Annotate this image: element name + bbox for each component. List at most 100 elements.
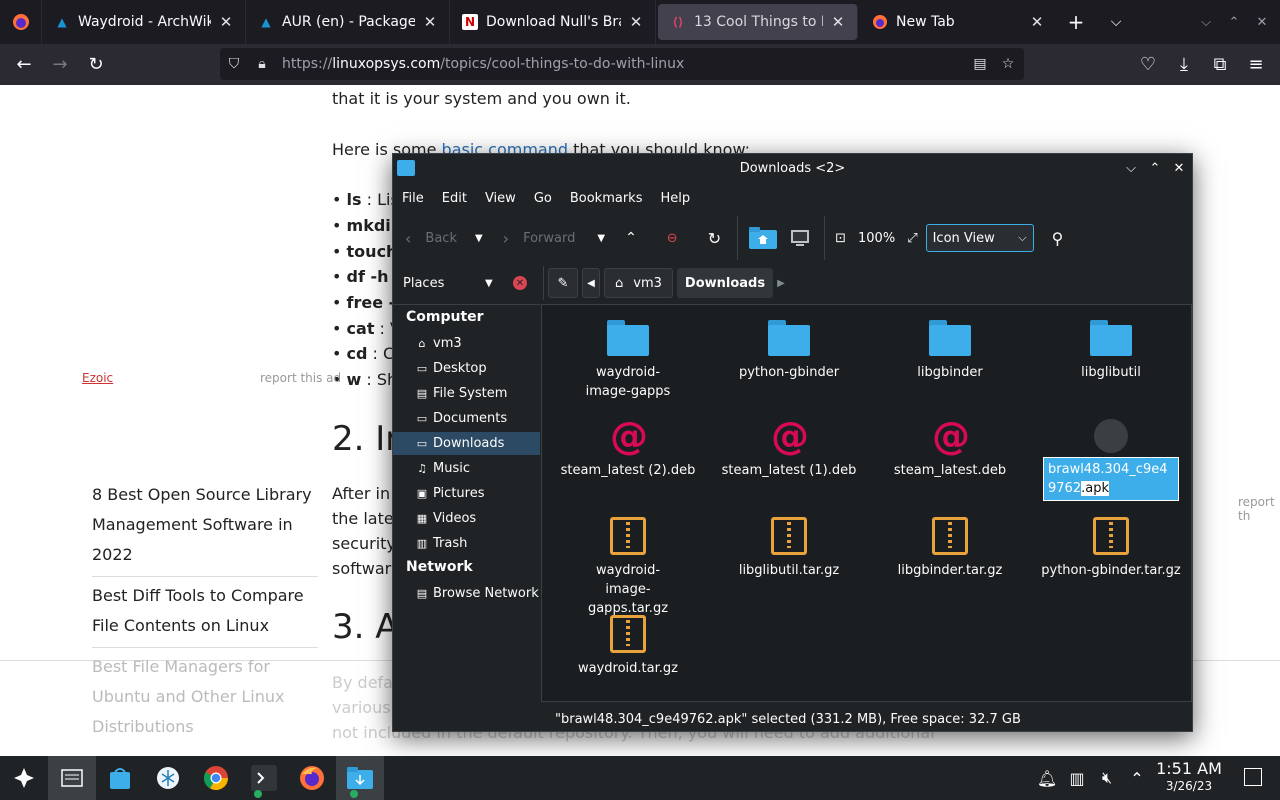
file-item-archive[interactable]: libglibutil.tar.gz [709,515,869,580]
bookmark-star-icon[interactable]: ☆ [994,56,1022,72]
file-item-folder[interactable]: libglibutil [1031,317,1191,382]
close-panel-icon[interactable]: ✕ [513,276,527,290]
reload-icon[interactable]: ↻ [78,49,114,81]
zoom-out-button[interactable]: ⊡ [835,223,846,253]
sidebar-item-trash[interactable]: ▥ Trash [393,532,540,555]
sidebar-item-browse-network[interactable]: ▤ Browse Network [393,582,540,605]
firefox-view-icon[interactable] [0,0,42,44]
terminal-icon[interactable] [240,756,288,800]
tab-waydroid-archwiki[interactable]: ▲ Waydroid - ArchWiki ✕ [42,0,246,44]
file-item-folder[interactable]: waydroid-image-gapps [548,317,708,401]
sidebar-item-videos[interactable]: ▦ Videos [393,507,540,530]
file-view[interactable]: waydroid-image-gapps python-gbinder libg… [541,304,1192,702]
view-mode-select[interactable]: Icon View ⌵ [925,224,1034,252]
search-button[interactable]: ⚲ [1052,223,1064,253]
related-article-link[interactable]: Best Diff Tools to Compare File Contents… [92,581,318,648]
breadcrumb-scroll-left[interactable]: ◀ [582,268,600,298]
rename-field[interactable]: brawl48.304_c9e49762.apk [1043,457,1179,501]
hamburger-menu-icon[interactable]: ≡ [1238,49,1274,81]
related-article-link[interactable]: 8 Best Open Source Library Management So… [92,480,318,577]
url-text[interactable]: https://linuxopsys.com/topics/cool-thing… [282,56,684,72]
clipboard-icon[interactable]: ▥ [1066,769,1088,788]
minimize-icon[interactable]: ⌵ [1192,0,1220,44]
back-history-dropdown[interactable]: ▼ [475,223,483,253]
reader-view-icon[interactable]: ▤ [966,56,994,72]
stop-button[interactable]: ⊖ [667,223,678,253]
forward-button[interactable]: › Forward [503,223,576,253]
file-item-deb[interactable]: @ steam_latest (1).deb [709,415,869,480]
back-button[interactable]: ‹ Back [405,223,457,253]
breadcrumb-downloads[interactable]: Downloads [676,268,774,298]
file-item-archive[interactable]: libgbinder.tar.gz [870,515,1030,580]
close-icon[interactable]: ✕ [217,13,235,31]
back-arrow-icon[interactable]: ← [6,49,42,81]
tray-expand-icon[interactable]: ⌃ [1126,769,1148,788]
sidebar-item-pictures[interactable]: ▣ Pictures [393,482,540,505]
menu-edit[interactable]: Edit [433,191,476,206]
places-dropdown-icon[interactable]: ▼ [485,278,493,289]
tab-new-tab[interactable]: New Tab ✕ [860,0,1056,44]
chrome-icon[interactable] [192,756,240,800]
plasma-app-icon[interactable] [144,756,192,800]
sidebar-item-desktop[interactable]: ▭ Desktop [393,357,540,380]
notifications-bell-icon[interactable]: 🔔︎ [1036,769,1058,788]
tab-aur-packages[interactable]: ▲ AUR (en) - Packages ✕ [246,0,450,44]
up-button[interactable]: ⌃ [625,223,637,253]
file-item-folder[interactable]: libgbinder [870,317,1030,382]
reload-button[interactable]: ↻ [708,223,721,253]
sidebar-item-documents[interactable]: ▭ Documents [393,407,540,430]
tab-cool-things-linux[interactable]: ⟨⟩ 13 Cool Things to Do wi ✕ [658,4,858,40]
digital-clock[interactable]: 1:51 AM 3/26/23 [1156,760,1222,794]
related-article-link[interactable]: Best File Managers for Ubuntu and Other … [92,652,318,748]
zoom-level[interactable]: 100% [858,223,895,253]
minimize-icon[interactable]: ⌵ [1121,158,1141,178]
close-icon[interactable]: ✕ [1169,158,1189,178]
list-all-tabs-icon[interactable]: ⌵ [1096,0,1136,44]
firefox-icon[interactable] [288,756,336,800]
edit-location-button[interactable]: ✎ [548,268,578,298]
close-icon[interactable]: ✕ [1028,13,1046,31]
ezoic-link[interactable]: Ezoic [82,371,113,385]
close-icon[interactable]: ✕ [421,13,439,31]
application-launcher-icon[interactable] [0,756,48,800]
file-item-archive[interactable]: waydroid.tar.gz [548,613,708,678]
breadcrumb-vm3[interactable]: ⌂ vm3 [604,268,673,298]
show-desktop-icon[interactable] [1244,768,1262,786]
shield-icon[interactable]: ⛉ [220,56,248,72]
menu-file[interactable]: File [393,191,433,206]
file-item-folder[interactable]: python-gbinder [709,317,869,382]
menu-go[interactable]: Go [525,191,561,206]
maximize-icon[interactable]: ⌃ [1220,0,1248,44]
sidebar-item-file-system[interactable]: ▤ File System [393,382,540,405]
home-button[interactable] [748,223,778,253]
file-item-archive[interactable]: waydroid-image-gapps.tar.gz [548,515,708,618]
extensions-icon[interactable]: ⧉ [1202,49,1238,81]
file-item-deb[interactable]: @ steam_latest.deb [870,415,1030,480]
menu-bookmarks[interactable]: Bookmarks [561,191,652,206]
volume-muted-icon[interactable]: 🔇︎ [1096,768,1118,788]
close-icon[interactable]: ✕ [627,13,645,31]
downloads-icon[interactable]: ⤓ [1166,49,1202,81]
sidebar-item-downloads[interactable]: ▭ Downloads [393,432,540,455]
dolphin-taskbar-icon[interactable] [336,756,384,800]
window-titlebar[interactable]: Downloads <2> ⌵ ⌃ ✕ [393,154,1192,182]
file-item-archive[interactable]: python-gbinder.tar.gz [1031,515,1191,580]
report-ad-link-right[interactable]: report th [1238,495,1280,523]
lock-icon[interactable]: 🔒︎ [248,56,276,72]
tab-nulls-brawl[interactable]: N Download Null's Brawl ✕ [450,0,656,44]
zoom-in-button[interactable]: ⤢ [907,223,917,253]
menu-help[interactable]: Help [651,191,699,206]
close-window-icon[interactable]: ✕ [1248,0,1276,44]
pocket-icon[interactable]: ♡ [1130,49,1166,81]
sidebar-item-music[interactable]: ♫ Music [393,457,540,480]
maximize-icon[interactable]: ⌃ [1145,158,1165,178]
url-bar[interactable]: ⛉ 🔒︎ https://linuxopsys.com/topics/cool-… [220,48,1024,80]
menu-view[interactable]: View [476,191,525,206]
file-item-apk-selected[interactable]: brawl48.304_c9e49762.apk [1031,415,1191,501]
report-ad-link[interactable]: report this ad [260,371,341,385]
file-item-deb[interactable]: @ steam_latest (2).deb [548,415,708,480]
sidebar-item-vm3[interactable]: ⌂ vm3 [393,332,540,355]
forward-history-dropdown[interactable]: ▼ [597,223,605,253]
pager-icon[interactable] [48,756,96,800]
discover-store-icon[interactable] [96,756,144,800]
